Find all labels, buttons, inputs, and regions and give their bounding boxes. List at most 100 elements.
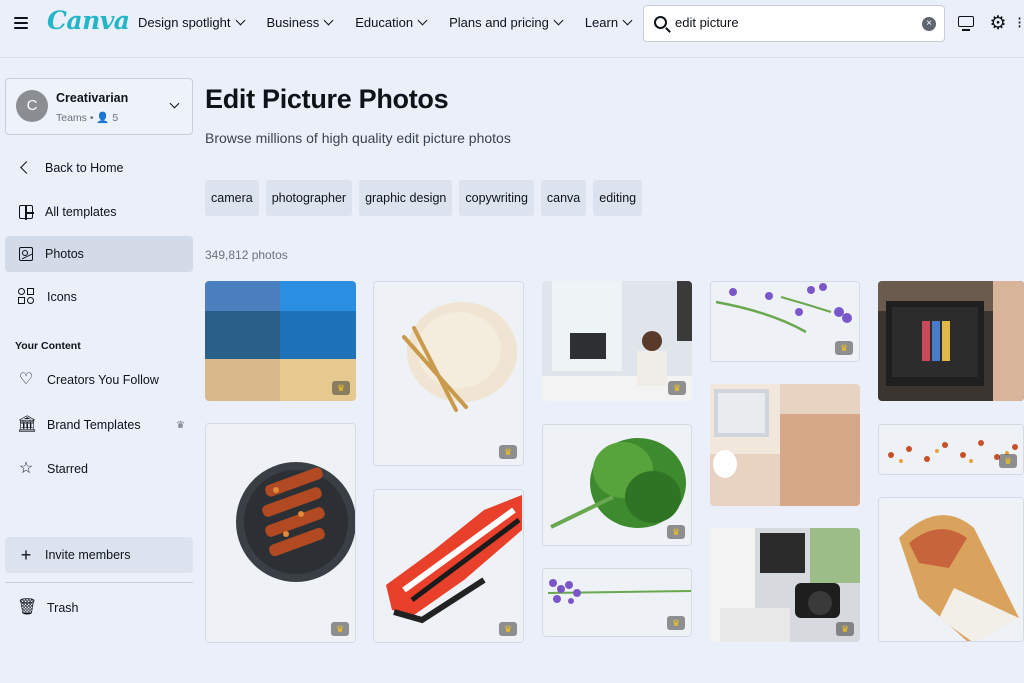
invite-label: Invite members <box>45 548 131 562</box>
heart-icon: ♡ <box>18 371 34 388</box>
trash-icon: 🗑 <box>17 599 38 616</box>
premium-crown-icon: ♛ <box>331 622 349 636</box>
results-count: 349,812 photos <box>205 248 288 262</box>
sidebar-item-photos[interactable]: Photos <box>5 236 193 272</box>
premium-crown-icon: ♛ <box>499 445 517 459</box>
crown-icon: ♛ <box>176 419 185 431</box>
chip-photographer[interactable]: photographer <box>265 180 353 216</box>
search-input[interactable] <box>675 15 915 30</box>
nav-label: Education <box>355 15 414 30</box>
sidebar-item-label: Photos <box>45 247 84 261</box>
sidebar-item-label: Brand Templates <box>47 418 141 432</box>
brand-icon: 🏛 <box>17 416 38 433</box>
sidebar-item-all-templates[interactable]: All templates <box>5 194 193 230</box>
sidebar-item-starred[interactable]: ☆ Starred <box>5 451 193 487</box>
avatar: C <box>16 90 48 122</box>
overflow-icon[interactable]: ⁝ <box>1017 14 1024 34</box>
flour-image <box>374 282 523 465</box>
nav-label: Design spotlight <box>138 15 231 30</box>
your-content-heading: Your Content <box>15 340 81 352</box>
sneaker-image <box>374 490 523 642</box>
sidebar-item-label: Trash <box>47 601 79 615</box>
templates-icon <box>19 205 34 220</box>
premium-crown-icon: ♛ <box>835 341 853 355</box>
sidebar-item-label: All templates <box>45 205 117 219</box>
chip-graphic-design[interactable]: graphic design <box>359 180 453 216</box>
premium-crown-icon: ♛ <box>332 381 350 395</box>
laptop-desk-image <box>710 384 860 506</box>
page-title: Edit Picture Photos <box>205 84 449 114</box>
photos-icon <box>19 247 33 261</box>
canva-logo[interactable]: Canva <box>47 6 130 35</box>
sidebar-item-creators-you-follow[interactable]: ♡ Creators You Follow <box>5 362 193 398</box>
nav-label: Learn <box>584 15 619 30</box>
chevron-down-icon <box>622 15 633 26</box>
chevron-down-icon <box>169 98 180 109</box>
clear-icon[interactable]: × <box>922 17 936 31</box>
search-icon[interactable] <box>654 16 667 29</box>
chevron-down-icon <box>417 15 428 26</box>
premium-crown-icon: ♛ <box>999 454 1017 468</box>
gear-icon[interactable]: ⚙ <box>988 14 1008 34</box>
nav-education[interactable]: Education <box>355 15 428 30</box>
chili-flakes-photo[interactable]: ♛ <box>878 424 1024 475</box>
plus-icon: + <box>20 545 32 565</box>
chevron-down-icon <box>553 15 564 26</box>
back-arrow-icon <box>17 159 35 177</box>
nav-plans-and-pricing[interactable]: Plans and pricing <box>449 15 564 30</box>
nav-label: Plans and pricing <box>449 15 549 30</box>
editing-laptop-image <box>878 281 1024 401</box>
invite-members-button[interactable]: + Invite members <box>5 537 193 573</box>
premium-crown-icon: ♛ <box>667 616 685 630</box>
lavender-branch-photo[interactable]: ♛ <box>710 281 860 362</box>
sidebar-item-label: Starred <box>47 462 88 476</box>
beach-before-after-photo[interactable]: ♛ <box>205 281 356 401</box>
nav-label: Business <box>266 15 320 30</box>
sidebar-item-back-to-home[interactable]: Back to Home <box>5 150 193 186</box>
laptop-desk-photo[interactable] <box>710 384 860 506</box>
nav-learn[interactable]: Learn <box>584 15 633 30</box>
sidebar-item-label: Creators You Follow <box>47 373 159 387</box>
wrap-sandwich-photo[interactable] <box>878 497 1024 642</box>
woman-at-computer-photo[interactable]: ♛ <box>542 281 692 401</box>
header-divider <box>0 57 1024 58</box>
shapes-icon <box>18 288 36 306</box>
premium-crown-icon: ♛ <box>499 622 517 636</box>
desktop-icon[interactable] <box>957 14 977 34</box>
chevron-down-icon <box>235 15 245 26</box>
nav-business[interactable]: Business <box>266 15 334 30</box>
grilled-skewers-photo[interactable]: ♛ <box>205 423 356 643</box>
red-sneaker-photo[interactable]: ♛ <box>373 489 524 643</box>
photo-editing-laptop-photo[interactable] <box>878 281 1024 401</box>
main-nav: Design spotlight Business Education Plan… <box>138 15 654 30</box>
sidebar-divider <box>5 582 193 583</box>
premium-crown-icon: ♛ <box>668 381 686 395</box>
wheat-flour-photo[interactable]: ♛ <box>373 281 524 466</box>
search-box: × <box>643 5 945 42</box>
top-navigation-bar: Canva Design spotlight Business Educatio… <box>0 0 1024 48</box>
menu-icon[interactable] <box>14 17 28 29</box>
sidebar-item-trash[interactable]: 🗑 Trash <box>5 590 193 626</box>
team-switcher[interactable]: C Creativarian Teams • 👤 5 <box>5 78 193 135</box>
sidebar-item-icons[interactable]: Icons <box>5 279 193 315</box>
lavender-sprig-photo[interactable]: ♛ <box>542 568 692 637</box>
star-icon: ☆ <box>18 460 34 477</box>
nav-design-spotlight[interactable]: Design spotlight <box>138 15 245 30</box>
sidebar-item-label: Back to Home <box>45 161 124 175</box>
premium-crown-icon: ♛ <box>836 622 854 636</box>
related-chips: camera photographer graphic design copyw… <box>205 180 649 216</box>
chip-editing[interactable]: editing <box>593 180 643 216</box>
wrap-image <box>879 498 1023 641</box>
page-subtitle: Browse millions of high quality edit pic… <box>205 130 511 146</box>
chip-copywriting[interactable]: copywriting <box>459 180 534 216</box>
team-meta: Teams • 👤 5 <box>56 112 119 124</box>
sidebar-item-brand-templates[interactable]: 🏛 Brand Templates ♛ <box>5 407 193 443</box>
chip-canva[interactable]: canva <box>540 180 587 216</box>
chevron-down-icon <box>323 15 334 26</box>
sidebar-item-label: Icons <box>47 290 77 304</box>
camera-editing-desk-photo[interactable]: ♛ <box>710 528 860 642</box>
chip-camera[interactable]: camera <box>205 180 259 216</box>
skewers-image <box>206 424 355 642</box>
team-name: Creativarian <box>56 91 129 105</box>
kale-photo[interactable]: ♛ <box>542 424 692 546</box>
